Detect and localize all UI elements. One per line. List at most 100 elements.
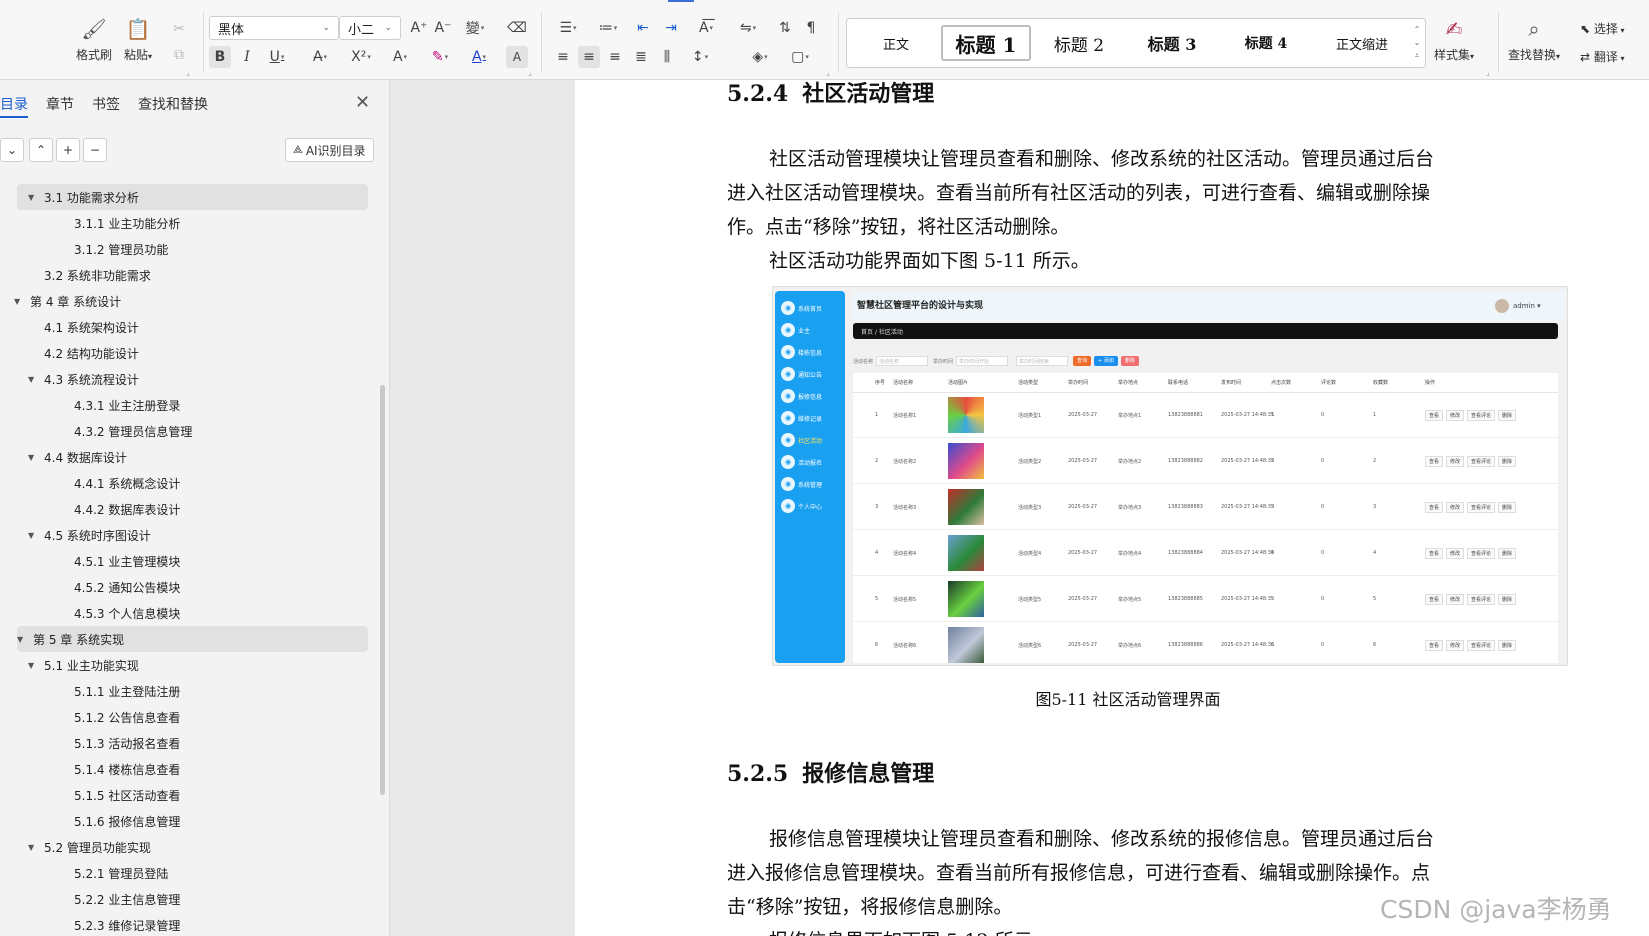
highlight-icon[interactable]: ✎ ▾: [424, 46, 456, 68]
dialog-launcher-icon[interactable]: ⌟: [528, 68, 532, 77]
expand-triangle-icon[interactable]: ▼: [28, 453, 40, 462]
toc-item[interactable]: ▼ 第 5 章 系统实现: [17, 626, 368, 652]
toc-item[interactable]: 5.1.6 报修信息管理: [0, 808, 380, 834]
bold-icon[interactable]: B: [209, 46, 231, 68]
distributed-icon[interactable]: ⫼: [656, 46, 678, 68]
toc-item[interactable]: 4.5.3 个人信息模块: [0, 600, 380, 626]
select-button[interactable]: ⬉ 选择 ▾: [1580, 20, 1624, 37]
sort-az-icon[interactable]: ⇅: [774, 17, 796, 39]
toc-item[interactable]: ▼ 5.1 业主功能实现: [0, 652, 380, 678]
toc-item[interactable]: 5.1.3 活动报名查看: [0, 730, 380, 756]
expand-triangle-icon[interactable]: ▼: [28, 843, 40, 852]
text-direction-icon[interactable]: A͞ ▾: [690, 17, 722, 39]
paste-button[interactable]: 📋 粘贴▾: [124, 16, 152, 63]
tab-find-replace[interactable]: 查找和替换: [138, 94, 208, 118]
phonetic-guide-icon[interactable]: 變 ▾: [458, 17, 492, 39]
expand-triangle-icon[interactable]: ▼: [14, 297, 26, 306]
superscript-icon[interactable]: X² ▾: [345, 46, 377, 68]
increase-indent-icon[interactable]: ⇥: [660, 17, 682, 39]
font-color-icon[interactable]: A ▾: [464, 46, 494, 68]
chevron-down-icon[interactable]: ⌄: [1411, 36, 1423, 49]
tab-toc[interactable]: 目录: [0, 94, 28, 118]
style-heading-3[interactable]: 标题 3: [1127, 25, 1217, 61]
clear-format-icon[interactable]: ⌫: [506, 17, 528, 39]
toc-item[interactable]: ▼ 3.1 功能需求分析: [17, 184, 368, 210]
style-normal[interactable]: 正文: [857, 25, 935, 61]
toc-item[interactable]: 5.2.3 维修记录管理: [0, 912, 380, 936]
style-heading-1[interactable]: 标题 1: [941, 25, 1031, 61]
tab-chapters[interactable]: 章节: [46, 94, 74, 118]
expand-triangle-icon[interactable]: ▼: [17, 635, 29, 644]
format-painter-button[interactable]: 🖌 格式刷: [76, 16, 112, 63]
expand-triangle-icon[interactable]: ▼: [28, 661, 40, 670]
strikethrough-icon[interactable]: A̶ ▾: [305, 46, 335, 68]
toc-item[interactable]: ▼ 4.3 系统流程设计: [0, 366, 380, 392]
text-effect-icon[interactable]: A ▾: [385, 46, 415, 68]
numbered-list-icon[interactable]: ≔ ▾: [592, 17, 624, 39]
close-icon[interactable]: ✕: [355, 92, 370, 113]
toc-item[interactable]: ▼ 4.5 系统时序图设计: [0, 522, 380, 548]
toc-item[interactable]: 4.5.2 通知公告模块: [0, 574, 380, 600]
find-replace-button[interactable]: ⌕ 查找替换▾: [1508, 16, 1560, 63]
expand-triangle-icon[interactable]: ▼: [28, 375, 40, 384]
font-name-select[interactable]: 黑体 ⌄: [209, 16, 339, 40]
toc-item[interactable]: 5.1.4 楼栋信息查看: [0, 756, 380, 782]
toc-item[interactable]: 4.4.1 系统概念设计: [0, 470, 380, 496]
toc-item[interactable]: 5.1.5 社区活动查看: [0, 782, 380, 808]
style-set-button[interactable]: ✍ 样式集▾: [1434, 16, 1474, 63]
translate-button[interactable]: ⇄ 翻译 ▾: [1580, 48, 1624, 65]
italic-icon[interactable]: I: [236, 46, 258, 68]
toc-item[interactable]: 5.1.2 公告信息查看: [0, 704, 380, 730]
toc-item[interactable]: ▼ 第 4 章 系统设计: [0, 288, 380, 314]
font-size-select[interactable]: 小二 ⌄: [339, 16, 401, 40]
decrease-indent-icon[interactable]: ⇤: [632, 17, 654, 39]
line-spacing-icon[interactable]: ↕ ▾: [684, 46, 716, 68]
align-right-icon[interactable]: ≡: [604, 46, 626, 68]
nav-scrollbar[interactable]: [380, 385, 385, 795]
toc-item[interactable]: 4.2 结构功能设计: [0, 340, 380, 366]
toc-item[interactable]: 4.1 系统架构设计: [0, 314, 380, 340]
more-icon[interactable]: ⩡: [1411, 49, 1423, 62]
sort-icon[interactable]: ⇋ ▾: [732, 17, 764, 39]
expand-triangle-icon[interactable]: ▼: [28, 531, 40, 540]
style-body-indent[interactable]: 正文缩进: [1315, 25, 1409, 61]
toc-item[interactable]: 3.2 系统非功能需求: [0, 262, 380, 288]
toc-item[interactable]: 5.2.1 管理员登陆: [0, 860, 380, 886]
add-heading-icon[interactable]: +: [56, 138, 80, 162]
character-shading-icon[interactable]: A: [506, 46, 528, 68]
shading-icon[interactable]: ◈ ▾: [744, 46, 776, 68]
toc-item[interactable]: 4.3.1 业主注册登录: [0, 392, 380, 418]
ai-recognize-toc-button[interactable]: ⟁ AI识别目录: [285, 138, 374, 162]
styles-scroll[interactable]: ⌃ ⌄ ⩡: [1411, 23, 1423, 62]
dialog-launcher-icon[interactable]: ⌟: [186, 68, 190, 77]
cut-icon[interactable]: ✂: [168, 18, 190, 40]
bullet-list-icon[interactable]: ☰ ▾: [552, 17, 584, 39]
align-center-icon[interactable]: ≡: [578, 46, 600, 68]
style-heading-2[interactable]: 标题 2: [1035, 25, 1123, 61]
toc-item[interactable]: ▼ 4.4 数据库设计: [0, 444, 380, 470]
expand-triangle-icon[interactable]: ▼: [28, 193, 40, 202]
underline-icon[interactable]: U ▾: [262, 46, 292, 68]
collapse-all-icon[interactable]: ⌄: [0, 138, 24, 162]
chevron-up-icon[interactable]: ⌃: [1411, 23, 1423, 36]
increase-font-icon[interactable]: A⁺: [408, 17, 430, 39]
decrease-font-icon[interactable]: A⁻: [432, 17, 454, 39]
toc-item[interactable]: 4.4.2 数据库表设计: [0, 496, 380, 522]
tab-bookmarks[interactable]: 书签: [92, 94, 120, 118]
toc-item[interactable]: 3.1.1 业主功能分析: [0, 210, 380, 236]
border-icon[interactable]: ▢ ▾: [784, 46, 816, 68]
style-heading-4[interactable]: 标题 4: [1221, 25, 1311, 61]
copy-icon[interactable]: ⧉: [168, 44, 190, 66]
show-marks-icon[interactable]: ¶: [800, 17, 822, 39]
toc-item[interactable]: ▼ 5.2 管理员功能实现: [0, 834, 380, 860]
toc-item[interactable]: 4.5.1 业主管理模块: [0, 548, 380, 574]
remove-heading-icon[interactable]: −: [83, 138, 107, 162]
toc-item[interactable]: 5.2.2 业主信息管理: [0, 886, 380, 912]
align-left-icon[interactable]: ≡: [552, 46, 574, 68]
toc-item[interactable]: 5.1.1 业主登陆注册: [0, 678, 380, 704]
toc-item[interactable]: 4.3.2 管理员信息管理: [0, 418, 380, 444]
expand-up-icon[interactable]: ⌃: [29, 138, 53, 162]
dialog-launcher-icon[interactable]: ⌟: [1486, 68, 1490, 77]
justify-icon[interactable]: ≣: [630, 46, 652, 68]
toc-item[interactable]: 3.1.2 管理员功能: [0, 236, 380, 262]
